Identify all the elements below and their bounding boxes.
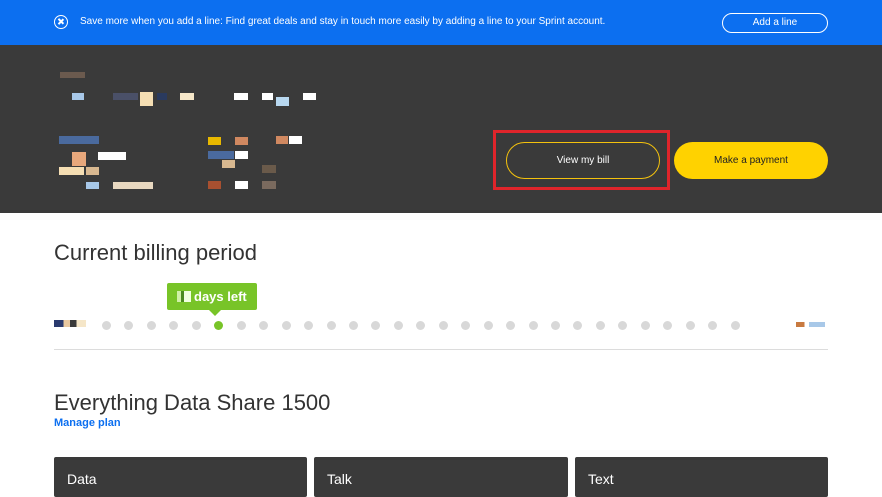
- highlight-annotation: [493, 130, 670, 190]
- progress-dot: [191, 321, 201, 330]
- manage-plan-link[interactable]: Manage plan: [54, 417, 121, 429]
- billing-period-title: Current billing period: [54, 240, 257, 265]
- progress-dot: [169, 321, 179, 330]
- add-line-button[interactable]: Add a line: [722, 13, 828, 33]
- progress-dot: [304, 321, 314, 330]
- progress-dot: [461, 321, 471, 330]
- divider: [54, 349, 828, 350]
- progress-dot: [259, 321, 269, 330]
- progress-dot: [438, 321, 448, 330]
- progress-dot: [573, 321, 583, 330]
- days-left-label: days left: [194, 289, 247, 304]
- account-header: View my bill Make a payment: [0, 45, 882, 213]
- plan-name: Everything Data Share 1500: [54, 390, 331, 415]
- progress-dot: [393, 321, 403, 330]
- card-label: Talk: [327, 471, 352, 487]
- promo-message: Save more when you add a line: Find grea…: [80, 16, 606, 27]
- progress-dot: [708, 321, 718, 330]
- progress-dot: [102, 321, 111, 330]
- redacted-end-date: [796, 322, 825, 327]
- progress-dot: [551, 321, 560, 330]
- progress-dot: [371, 321, 381, 330]
- progress-dot: [595, 321, 605, 330]
- redacted-start-date: [54, 320, 86, 327]
- days-left-badge: days left: [167, 283, 257, 316]
- progress-dot: [326, 321, 336, 330]
- progress-dot-current: [214, 321, 224, 330]
- talk-usage-card[interactable]: Talk: [314, 457, 568, 497]
- data-usage-card[interactable]: Data: [54, 457, 307, 497]
- progress-dot: [640, 321, 650, 330]
- progress-dot: [483, 321, 493, 330]
- card-label: Data: [67, 471, 97, 487]
- text-usage-card[interactable]: Text: [575, 457, 828, 497]
- card-label: Text: [588, 471, 614, 487]
- progress-dot: [506, 321, 516, 330]
- progress-dot: [281, 321, 291, 330]
- redacted-days-count: [177, 291, 191, 302]
- promo-banner: Save more when you add a line: Find grea…: [0, 0, 882, 45]
- progress-dot: [730, 321, 740, 330]
- progress-dot: [663, 321, 673, 330]
- progress-dot: [685, 321, 695, 330]
- make-payment-button[interactable]: Make a payment: [674, 142, 828, 179]
- progress-dot: [348, 321, 358, 330]
- close-circle-icon[interactable]: [54, 15, 68, 29]
- progress-dot: [416, 321, 426, 330]
- progress-dot: [146, 321, 156, 330]
- progress-dot: [618, 321, 628, 330]
- progress-dot: [236, 321, 246, 330]
- progress-dot: [124, 321, 134, 330]
- progress-dot: [528, 321, 538, 330]
